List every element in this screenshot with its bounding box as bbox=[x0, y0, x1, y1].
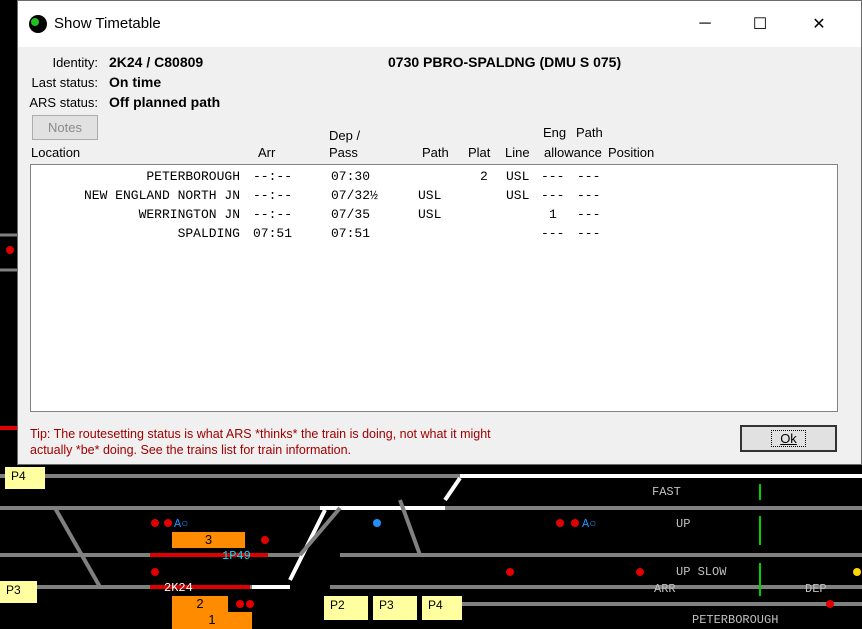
column-header-path: Path bbox=[422, 145, 449, 160]
service-description: 0730 PBRO-SPALDNG (DMU S 075) bbox=[388, 54, 622, 70]
position-cell: --- bbox=[577, 226, 601, 241]
close-button[interactable]: ✕ bbox=[796, 9, 842, 39]
window-title: Show Timetable bbox=[54, 15, 161, 32]
app-icon bbox=[29, 15, 47, 33]
table-row[interactable]: WERRINGTON JN --:-- 07/35 USL 1 --- bbox=[31, 207, 837, 226]
column-header-position: Position bbox=[608, 145, 655, 160]
arr-cell: --:-- bbox=[253, 169, 293, 184]
platform-label: P3 bbox=[0, 581, 37, 603]
column-header-dep: Dep / bbox=[329, 128, 361, 143]
tip-text: Tip: The routesetting status is what ARS… bbox=[30, 427, 491, 457]
arr-cell: --:-- bbox=[253, 188, 293, 203]
notes-button[interactable]: Notes bbox=[32, 115, 98, 140]
show-timetable-dialog: Show Timetable ─ ☐ ✕ Identity: 2K24 / C8… bbox=[17, 0, 862, 465]
dep-cell: 07:51 bbox=[331, 226, 371, 241]
column-header-line: Line bbox=[505, 145, 530, 160]
train-label[interactable]: 1P49 bbox=[222, 549, 251, 563]
position-cell: --- bbox=[577, 207, 601, 222]
line-label: DEP bbox=[805, 582, 827, 596]
table-row[interactable]: NEW ENGLAND NORTH JN --:-- 07/32½ USL US… bbox=[31, 188, 837, 207]
signal-mark[interactable]: A○ bbox=[582, 517, 596, 531]
line-label: FAST bbox=[652, 485, 681, 499]
line-label: UP bbox=[676, 517, 691, 531]
arr-cell: 07:51 bbox=[253, 226, 293, 241]
platform-label: P2 bbox=[324, 596, 368, 620]
plat-cell: 2 bbox=[480, 169, 488, 184]
line-label: ARR bbox=[654, 582, 676, 596]
maximize-button[interactable]: ☐ bbox=[737, 9, 783, 39]
line-cell: USL bbox=[506, 188, 530, 203]
eng-cell: --- bbox=[541, 169, 565, 184]
identity-label: Identity: bbox=[52, 55, 98, 70]
table-row[interactable]: PETERBOROUGH --:-- 07:30 2 USL --- --- bbox=[31, 169, 837, 188]
ok-label: Ok bbox=[771, 430, 806, 447]
column-header-arr: Arr bbox=[258, 145, 276, 160]
minimize-button[interactable]: ─ bbox=[682, 9, 728, 39]
platform-label: P4 bbox=[5, 467, 45, 489]
column-header-eng: Eng bbox=[543, 125, 567, 140]
column-header-allowance: allowance bbox=[544, 145, 602, 160]
platform-label: P4 bbox=[422, 596, 462, 620]
berth-box[interactable]: 2 bbox=[172, 596, 228, 612]
dep-cell: 07/35 bbox=[331, 207, 371, 222]
position-cell: --- bbox=[577, 169, 601, 184]
dep-cell: 07:30 bbox=[331, 169, 371, 184]
berth-box[interactable]: 1 bbox=[172, 612, 252, 629]
path-cell: USL bbox=[418, 207, 442, 222]
title-bar[interactable]: Show Timetable ─ ☐ ✕ bbox=[18, 1, 861, 47]
location-cell: SPALDING bbox=[177, 226, 240, 241]
signal-mark[interactable]: A○ bbox=[174, 517, 188, 531]
table-row[interactable]: SPALDING 07:51 07:51 --- --- bbox=[31, 226, 837, 245]
line-cell: USL bbox=[506, 169, 530, 184]
train-label[interactable]: 2K24 bbox=[164, 581, 193, 595]
location-cell: NEW ENGLAND NORTH JN bbox=[83, 188, 240, 203]
platform-label: P3 bbox=[373, 596, 417, 620]
ok-button[interactable]: Ok bbox=[740, 425, 837, 452]
berth-box[interactable]: 3 bbox=[172, 532, 245, 548]
line-label: PETERBOROUGH bbox=[692, 613, 779, 627]
line-label: UP SLOW bbox=[676, 565, 727, 579]
column-header-pass: Pass bbox=[329, 145, 358, 160]
last-status-value: On time bbox=[109, 74, 162, 90]
column-header-plat: Plat bbox=[468, 145, 491, 160]
path-cell: USL bbox=[418, 188, 442, 203]
identity-value: 2K24 / C80809 bbox=[109, 54, 204, 70]
last-status-label: Last status: bbox=[31, 75, 98, 90]
timetable-list[interactable]: PETERBOROUGH --:-- 07:30 2 USL --- --- N… bbox=[30, 164, 838, 412]
eng-cell: 1 bbox=[549, 207, 557, 222]
arr-cell: --:-- bbox=[253, 207, 293, 222]
location-cell: PETERBOROUGH bbox=[146, 169, 240, 184]
dep-cell: 07/32½ bbox=[331, 188, 378, 203]
position-cell: --- bbox=[577, 188, 601, 203]
eng-cell: --- bbox=[541, 226, 565, 241]
eng-cell: --- bbox=[541, 188, 565, 203]
ars-status-label: ARS status: bbox=[29, 95, 98, 110]
location-cell: WERRINGTON JN bbox=[138, 207, 240, 222]
ars-status-value: Off planned path bbox=[109, 94, 221, 110]
column-header-location: Location bbox=[31, 145, 81, 160]
column-header-path-top: Path bbox=[576, 125, 603, 140]
